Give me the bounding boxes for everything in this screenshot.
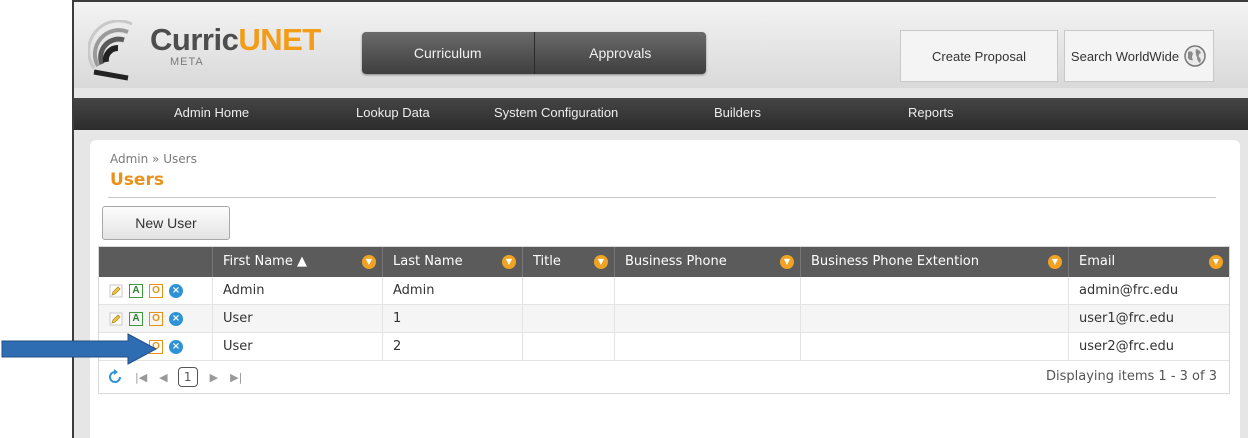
menu-item-system-configuration[interactable]: System Configuration [494,105,618,120]
row-actions: A O × [99,277,213,305]
tab-curriculum[interactable]: Curriculum [362,32,534,74]
refresh-icon[interactable] [107,369,123,385]
table-row: O × User 2 user2@frc.edu [99,333,1229,361]
col-title[interactable]: Title ▼ [523,247,615,277]
filter-icon[interactable]: ▼ [1209,255,1223,269]
admin-menu-bar: Admin Home Lookup Data System Configurat… [74,98,1248,130]
new-user-button[interactable]: New User [102,206,230,240]
options-icon[interactable]: O [149,312,163,326]
breadcrumb[interactable]: Admin » Users [110,152,197,166]
next-page-icon[interactable]: ▶ [210,371,218,384]
previous-page-icon[interactable]: ◀ [159,371,167,384]
cell-last-name: Admin [383,277,523,305]
delete-icon[interactable]: × [169,340,183,354]
menu-item-reports[interactable]: Reports [908,105,954,120]
filter-icon[interactable]: ▼ [362,255,376,269]
cell-email: user2@frc.edu [1079,339,1175,354]
logo-meta-label: META [170,56,204,68]
row-actions: A O × [99,305,213,333]
options-icon[interactable]: O [149,284,163,298]
last-page-icon[interactable]: ▶| [230,371,242,384]
users-grid: First Name ▲ ▼ Last Name ▼ Title ▼ Business… [98,246,1230,394]
cell-email: admin@frc.edu [1079,283,1179,298]
table-row: A O × Admin Admin admin@frc.edu [99,277,1229,305]
search-worldwide-label: Search WorldWide [1070,48,1180,64]
col-actions [99,247,213,277]
create-proposal-button[interactable]: Create Proposal [900,30,1058,82]
pencil-icon[interactable] [109,284,123,298]
menu-item-builders[interactable]: Builders [714,105,761,120]
col-business-phone-extention-label: Business Phone Extention [811,254,980,269]
app-header: CurricUNET META Curriculum Approvals Cre… [74,2,1248,88]
first-page-icon[interactable]: |◀ [135,371,147,384]
col-business-phone-label: Business Phone [625,254,727,269]
arrow-annotation-icon [1,333,158,365]
cell-business-phone-extention [801,305,1069,333]
cell-business-phone-extention [801,277,1069,305]
cell-title [523,277,615,305]
app-window: CurricUNET META Curriculum Approvals Cre… [72,0,1248,438]
grid-header: First Name ▲ ▼ Last Name ▼ Title ▼ Business… [99,247,1229,277]
cell-first-name: User [213,305,383,333]
delete-icon[interactable]: × [169,284,183,298]
filter-icon[interactable]: ▼ [502,255,516,269]
col-title-label: Title [533,254,561,269]
filter-icon[interactable]: ▼ [594,255,608,269]
grid-pager: |◀ ◀ 1 ▶ ▶| Displaying items 1 - 3 of 3 [99,361,1229,393]
globe-icon [1184,45,1206,67]
content-panel: Admin » Users Users New User First Name … [90,140,1240,438]
col-first-name[interactable]: First Name ▲ ▼ [213,247,383,277]
tab-approvals[interactable]: Approvals [533,32,707,74]
menu-item-lookup-data[interactable]: Lookup Data [356,105,430,120]
cell-business-phone [615,277,801,305]
search-worldwide-button[interactable]: Search WorldWide [1064,30,1214,82]
filter-icon[interactable]: ▼ [1048,255,1062,269]
col-last-name[interactable]: Last Name ▼ [383,247,523,277]
top-nav: Curriculum Approvals [362,32,706,74]
col-business-phone-extention[interactable]: Business Phone Extention ▼ [801,247,1069,277]
cell-title [523,305,615,333]
curricunet-logo[interactable]: CurricUNET META [88,20,321,81]
page-title: Users [110,170,164,190]
cell-email: user1@frc.edu [1079,311,1175,326]
delete-icon[interactable]: × [169,312,183,326]
assign-icon[interactable]: A [129,312,143,326]
current-page-button[interactable]: 1 [177,367,198,387]
create-proposal-label: Create Proposal [932,48,1026,64]
col-business-phone[interactable]: Business Phone ▼ [615,247,801,277]
cell-business-phone-extention [801,333,1069,361]
pager-info: Displaying items 1 - 3 of 3 [1046,369,1217,384]
logo-wordmark: CurricUNET [150,22,321,57]
col-last-name-label: Last Name [393,254,463,269]
assign-icon[interactable]: A [129,284,143,298]
col-email[interactable]: Email ▼ [1069,247,1229,277]
col-first-name-label: First Name ▲ [223,254,307,269]
cell-last-name: 1 [383,305,523,333]
cell-business-phone [615,333,801,361]
menu-item-admin-home[interactable]: Admin Home [174,105,249,120]
logo-arc-icon [88,20,133,81]
table-row: A O × User 1 user1@frc.edu [99,305,1229,333]
col-email-label: Email [1079,254,1116,269]
title-divider [108,197,1216,198]
cell-business-phone [615,305,801,333]
cell-title [523,333,615,361]
cell-first-name: User [213,333,383,361]
pencil-icon[interactable] [109,312,123,326]
filter-icon[interactable]: ▼ [780,255,794,269]
cell-last-name: 2 [383,333,523,361]
cell-first-name: Admin [213,277,383,305]
